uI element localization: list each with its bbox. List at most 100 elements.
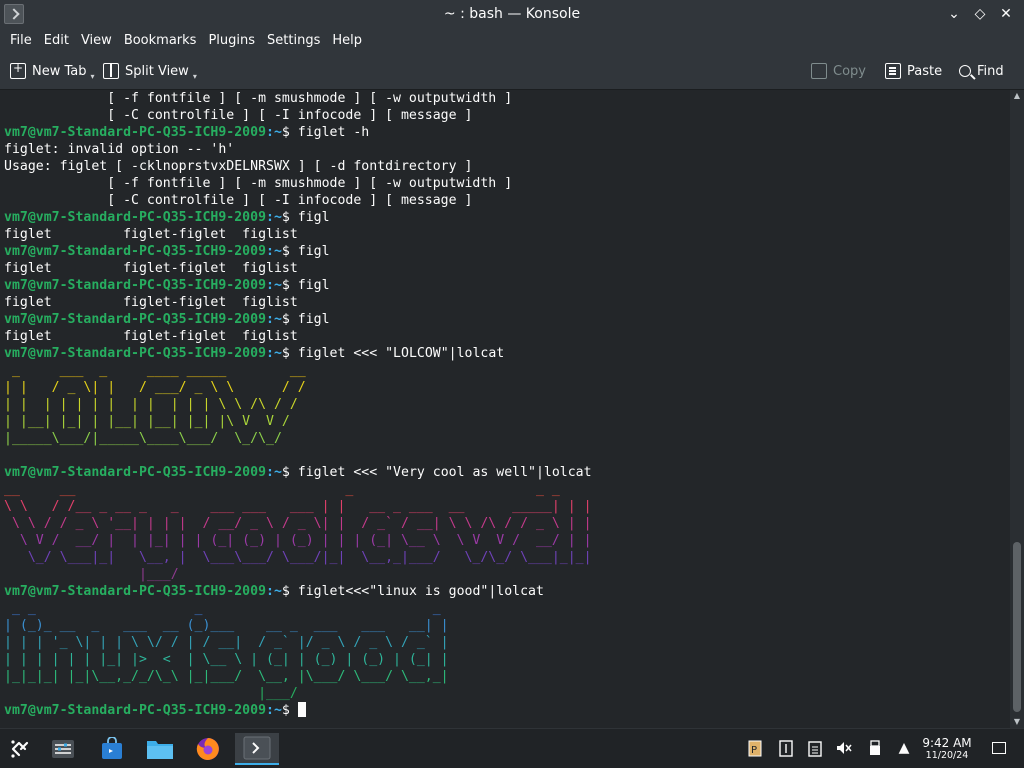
prompt-line: vm7@vm7-Standard-PC-Q35-ICH9-2009:~$ bbox=[4, 702, 1010, 719]
ascii-art-line: | (_)_ __ _ ___ __ (_)___ __ _ ___ ___ _… bbox=[4, 618, 449, 633]
new-tab-button[interactable]: New Tab ▾ bbox=[10, 60, 95, 82]
command-text: $ figl bbox=[281, 278, 330, 293]
ascii-art-line: \ \ / /__ _ __ _ _ ___ ___ ___ | | __ _ … bbox=[4, 499, 592, 514]
prompt-user: vm7@vm7-Standard-PC-Q35-ICH9-2009 bbox=[4, 278, 267, 293]
prompt-user: vm7@vm7-Standard-PC-Q35-ICH9-2009 bbox=[4, 465, 267, 480]
prompt-dir: :~ bbox=[266, 703, 282, 718]
find-button[interactable]: Find bbox=[959, 60, 1004, 82]
output-line: figlet figlet-figlet figlist bbox=[4, 329, 298, 344]
output-line: [ -f fontfile ] [ -m smushmode ] [ -w ou… bbox=[4, 91, 513, 106]
prompt-line: vm7@vm7-Standard-PC-Q35-ICH9-2009:~$ fig… bbox=[4, 277, 1010, 294]
find-label: Find bbox=[977, 63, 1004, 79]
menu-help[interactable]: Help bbox=[326, 33, 368, 48]
ascii-art-line: _ ___ _ ____ _____ __ bbox=[4, 363, 306, 378]
terminal-cursor bbox=[297, 702, 306, 717]
ascii-art-line: |_____\___/|_____\____\___/ \_/\_/ bbox=[4, 431, 306, 446]
show-desktop-icon[interactable] bbox=[992, 742, 1006, 754]
prompt-line: vm7@vm7-Standard-PC-Q35-ICH9-2009:~$ fig… bbox=[4, 345, 1010, 362]
prompt-dir: :~ bbox=[266, 312, 282, 327]
new-tab-label: New Tab bbox=[32, 63, 87, 79]
prompt-line: vm7@vm7-Standard-PC-Q35-ICH9-2009:~$ fig… bbox=[4, 311, 1010, 328]
prompt-user: vm7@vm7-Standard-PC-Q35-ICH9-2009 bbox=[4, 210, 267, 225]
discover-store-icon[interactable] bbox=[94, 733, 130, 765]
split-view-icon bbox=[103, 63, 119, 79]
notes-icon[interactable] bbox=[777, 739, 795, 757]
ascii-art-line: \ \ / / _ \ '__| | | | / __/ _ \ / _ \| … bbox=[4, 516, 592, 531]
prompt-dir: :~ bbox=[266, 125, 282, 140]
output-line: figlet figlet-figlet figlist bbox=[4, 227, 298, 242]
command-text: $ figl bbox=[281, 244, 330, 259]
paste-icon bbox=[885, 63, 901, 79]
application-launcher-icon[interactable] bbox=[2, 733, 38, 765]
split-view-button[interactable]: Split View ▾ bbox=[103, 60, 197, 82]
new-tab-dropdown-icon[interactable]: ▾ bbox=[91, 72, 95, 81]
split-view-dropdown-icon[interactable]: ▾ bbox=[193, 72, 197, 81]
volume-muted-icon[interactable] bbox=[835, 739, 853, 757]
prompt-user: vm7@vm7-Standard-PC-Q35-ICH9-2009 bbox=[4, 125, 267, 140]
firefox-icon[interactable] bbox=[190, 733, 226, 765]
menu-bookmarks[interactable]: Bookmarks bbox=[118, 33, 203, 48]
new-tab-icon bbox=[10, 61, 26, 79]
menu-edit[interactable]: Edit bbox=[38, 33, 75, 48]
command-text: $ figlet<<<"linux is good"|lolcat bbox=[281, 584, 544, 599]
close-button[interactable]: ✕ bbox=[996, 4, 1016, 24]
menu-file[interactable]: File bbox=[4, 33, 38, 48]
output-line: figlet: invalid option -- 'h' bbox=[4, 142, 235, 157]
clipboard-manager-icon[interactable] bbox=[806, 739, 824, 757]
menu-plugins[interactable]: Plugins bbox=[202, 33, 261, 48]
prompt-line: vm7@vm7-Standard-PC-Q35-ICH9-2009:~$ fig… bbox=[4, 243, 1010, 260]
prompt-user: vm7@vm7-Standard-PC-Q35-ICH9-2009 bbox=[4, 584, 267, 599]
ascii-art-line: | | / _ \| | / ___/ _ \ \ / / bbox=[4, 380, 306, 395]
tray-expand-icon[interactable]: ▲ bbox=[895, 739, 913, 757]
prompt-user: vm7@vm7-Standard-PC-Q35-ICH9-2009 bbox=[4, 703, 267, 718]
prompt-user: vm7@vm7-Standard-PC-Q35-ICH9-2009 bbox=[4, 346, 267, 361]
terminal-scrollbar[interactable]: ▲ ▼ bbox=[1010, 90, 1024, 728]
ascii-art-line: __ __ _ _ _ bbox=[4, 482, 568, 497]
paste-label: Paste bbox=[907, 63, 943, 79]
clipboard-icon[interactable]: P bbox=[746, 739, 764, 757]
output-line: figlet figlet-figlet figlist bbox=[4, 261, 298, 276]
ascii-art-line: | | | | | | | | | | | | \ \ /\ / / bbox=[4, 397, 306, 412]
file-manager-icon[interactable] bbox=[142, 733, 178, 765]
minimize-button[interactable]: ⌄ bbox=[944, 4, 964, 24]
copy-button[interactable]: Copy bbox=[811, 60, 866, 82]
scrollbar-thumb[interactable] bbox=[1013, 542, 1021, 712]
maximize-button[interactable]: ◇ bbox=[970, 4, 990, 24]
output-line: figlet figlet-figlet figlist bbox=[4, 295, 298, 310]
clock-time[interactable]: 9:42 AM bbox=[914, 736, 980, 750]
prompt-dir: :~ bbox=[266, 346, 282, 361]
scroll-down-icon[interactable]: ▼ bbox=[1010, 716, 1024, 728]
ascii-art-line: \_/ \___|_| \__, | \___\___/ \___/|_| \_… bbox=[4, 550, 592, 565]
taskbar: P ▲ 9:42 AM 11/20/24 bbox=[0, 728, 1024, 768]
command-text: $ figl bbox=[281, 312, 330, 327]
command-text: $ figlet <<< "LOLCOW"|lolcat bbox=[281, 346, 505, 361]
prompt-dir: :~ bbox=[266, 465, 282, 480]
menu-settings[interactable]: Settings bbox=[261, 33, 326, 48]
menu-view[interactable]: View bbox=[75, 33, 118, 48]
ascii-art-line: | |__| |_| | |__| |__| |_| |\ V V / bbox=[4, 414, 306, 429]
paste-button[interactable]: Paste bbox=[885, 60, 942, 82]
output-line: [ -C controlfile ] [ -I infocode ] [ mes… bbox=[4, 193, 473, 208]
command-text: $ bbox=[281, 703, 298, 718]
svg-text:P: P bbox=[751, 745, 757, 756]
scroll-up-icon[interactable]: ▲ bbox=[1010, 90, 1024, 102]
clock-date[interactable]: 11/20/24 bbox=[914, 750, 980, 761]
copy-label: Copy bbox=[833, 63, 866, 79]
ascii-art-line: | | | | | | |_| |> < | \__ \ | (_| | (_)… bbox=[4, 652, 449, 667]
menu-bar: File Edit View Bookmarks Plugins Setting… bbox=[0, 28, 1024, 52]
split-view-label: Split View bbox=[125, 63, 189, 79]
copy-icon bbox=[811, 63, 827, 79]
ascii-art-line: _ _ _ _ bbox=[4, 601, 449, 616]
command-text: $ figlet <<< "Very cool as well"|lolcat bbox=[281, 465, 592, 480]
command-text: $ figlet -h bbox=[281, 125, 370, 140]
prompt-line: vm7@vm7-Standard-PC-Q35-ICH9-2009:~$ fig… bbox=[4, 464, 1010, 481]
window-title: ~ : bash — Konsole bbox=[443, 6, 581, 22]
terminal-output[interactable]: [ -f fontfile ] [ -m smushmode ] [ -w ou… bbox=[0, 90, 1010, 728]
konsole-icon[interactable] bbox=[235, 733, 279, 765]
prompt-line: vm7@vm7-Standard-PC-Q35-ICH9-2009:~$ fig… bbox=[4, 583, 1010, 600]
output-line: [ -f fontfile ] [ -m smushmode ] [ -w ou… bbox=[4, 176, 513, 191]
prompt-dir: :~ bbox=[266, 584, 282, 599]
toolbar: New Tab ▾ Split View ▾ Copy Paste Find bbox=[0, 52, 1024, 90]
system-settings-icon[interactable] bbox=[45, 733, 81, 765]
usb-device-icon[interactable] bbox=[866, 739, 884, 757]
